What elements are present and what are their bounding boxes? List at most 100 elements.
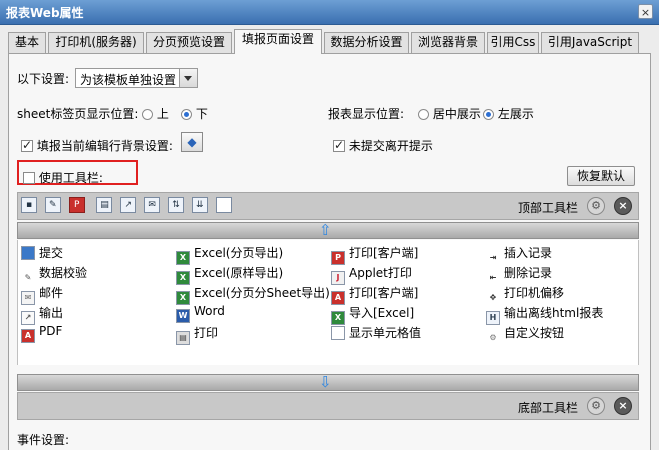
toolbar-item-word[interactable]: W Word: [176, 304, 225, 323]
printer-icon[interactable]: ▤: [96, 197, 113, 213]
toolbar-item-excel-page[interactable]: X Excel(分页导出): [176, 244, 283, 265]
tab-css[interactable]: 引用Css: [487, 32, 539, 53]
applet-icon: J: [331, 271, 345, 285]
restore-default-button[interactable]: 恢复默认: [567, 166, 635, 186]
toolbar-item-applet-print[interactable]: J Applet打印: [331, 264, 412, 285]
events-label: 事件设置:: [17, 433, 70, 447]
arrow-up-icon[interactable]: ⇧: [319, 222, 332, 239]
tab-printer-server[interactable]: 打印机(服务器): [48, 32, 144, 53]
insert-record-icon[interactable]: ⇅: [167, 197, 184, 213]
excel-icon: X: [176, 291, 190, 305]
radio-selected-icon[interactable]: [483, 109, 494, 120]
paint-bucket-icon[interactable]: ◆: [181, 132, 203, 152]
move-down-bar[interactable]: ⇩: [17, 374, 639, 391]
save-icon: [21, 246, 35, 260]
tab-browser-background[interactable]: 浏览器背景: [411, 32, 485, 53]
cell-icon: [331, 326, 345, 340]
toolbar-item-custom-button[interactable]: ⚙ 自定义按钮: [486, 324, 564, 346]
unsubmitted-checkbox[interactable]: 未提交离开提示: [333, 137, 433, 154]
use-toolbar-checkbox[interactable]: 使用工具栏:: [23, 169, 103, 186]
toolbar-item-printer-offset[interactable]: ✥ 打印机偏移: [486, 284, 564, 306]
close-icon[interactable]: ×: [614, 197, 632, 215]
tab-basic[interactable]: 基本: [8, 32, 46, 53]
toolbar-preview-icons: ▪ ✎ P ▤ ↗ ✉ ⇅ ⇊: [21, 197, 236, 217]
toolbar-item-show-cell-value[interactable]: 显示单元格值: [331, 324, 421, 342]
radio-icon[interactable]: [418, 109, 429, 120]
tab-page-preview[interactable]: 分页预览设置: [146, 32, 232, 53]
sheet-position-label: sheet标签页显示位置:: [17, 107, 139, 121]
toolbar-item-print[interactable]: ▤ 打印: [176, 324, 218, 345]
toolbar-item-offline-html[interactable]: H 输出离线html报表: [486, 304, 603, 325]
excel-icon: X: [331, 311, 345, 325]
sheet-bottom-radio[interactable]: 下: [181, 105, 208, 122]
close-icon[interactable]: ×: [614, 397, 632, 415]
acrobat-icon: A: [331, 291, 345, 305]
sheet-top-label: 上: [156, 107, 169, 121]
sheet-top-radio[interactable]: 上: [142, 105, 169, 122]
close-icon[interactable]: ×: [638, 4, 653, 19]
mail-icon: ✉: [21, 291, 35, 305]
top-toolbar-label: 顶部工具栏: [518, 201, 579, 215]
toolbar-item-validate[interactable]: ✎ 数据校验: [21, 264, 87, 286]
radio-icon[interactable]: [142, 109, 153, 120]
use-toolbar-label: 使用工具栏:: [38, 171, 103, 185]
toolbar-item-import-excel[interactable]: X 导入[Excel]: [331, 304, 414, 325]
tab-javascript[interactable]: 引用JavaScript: [541, 32, 639, 53]
checkbox-icon[interactable]: [23, 172, 35, 184]
mode-label: 以下设置:: [17, 72, 70, 86]
toolbar-item-submit[interactable]: 提交: [21, 244, 63, 262]
toolbar-item-delete-record[interactable]: ⇤ 删除记录: [486, 264, 552, 286]
window-titlebar: 报表Web属性 ×: [0, 0, 659, 25]
excel-icon: X: [176, 271, 190, 285]
checkbox-checked-icon[interactable]: [333, 138, 345, 152]
export-icon[interactable]: ↗: [120, 197, 137, 213]
chevron-down-icon[interactable]: [179, 69, 197, 87]
unsubmitted-label: 未提交离开提示: [348, 139, 433, 153]
report-position-label: 报表显示位置:: [328, 107, 405, 121]
tab-data-analysis[interactable]: 数据分析设置: [324, 32, 409, 53]
cell-icon[interactable]: [215, 197, 232, 213]
toolbar-items-grid: 提交 X Excel(分页导出) P 打印[客户端] ⇥ 插入记录 ✎ 数据校验 X Ex…: [17, 240, 639, 365]
toolbar-item-output[interactable]: ↗ 输出: [21, 304, 63, 325]
toolbar-item-insert-record[interactable]: ⇥ 插入记录: [486, 244, 552, 266]
edit-row-bg-checkbox[interactable]: 填报当前编辑行背景设置:: [21, 137, 173, 154]
report-left-radio[interactable]: 左展示: [483, 105, 534, 122]
report-center-label: 居中展示: [432, 107, 481, 121]
pdf-print-icon: P: [331, 251, 345, 265]
radio-selected-icon[interactable]: [181, 109, 192, 120]
toolbar-item-print-client-acrobat[interactable]: A 打印[客户端]: [331, 284, 418, 305]
arrow-down-icon[interactable]: ⇩: [319, 374, 332, 391]
sheet-bottom-label: 下: [195, 107, 208, 121]
delete-record-icon[interactable]: ⇊: [191, 197, 208, 213]
move-up-bar[interactable]: ⇧: [17, 222, 639, 239]
gear-icon[interactable]: ⚙: [587, 197, 605, 215]
gear-icon: ⚙: [486, 332, 500, 346]
mail-icon[interactable]: ✉: [144, 197, 161, 213]
excel-icon: X: [176, 251, 190, 265]
validate-icon[interactable]: ✎: [44, 197, 61, 213]
report-left-label: 左展示: [497, 107, 534, 121]
html-report-icon: H: [486, 311, 500, 325]
pdf-icon: A: [21, 329, 35, 343]
edit-row-bg-label: 填报当前编辑行背景设置:: [36, 139, 173, 153]
top-toolbar-strip: ▪ ✎ P ▤ ↗ ✉ ⇅ ⇊ 顶部工具栏 ⚙ ×: [17, 192, 639, 220]
bottom-toolbar-strip: 底部工具栏 ⚙ ×: [17, 392, 639, 420]
toolbar-item-pdf[interactable]: A PDF: [21, 324, 62, 343]
mode-select-value: 为该模板单独设置: [80, 73, 177, 87]
tab-fill-page-settings[interactable]: 填报页面设置: [234, 29, 322, 54]
printer-icon: ▤: [176, 331, 190, 345]
word-icon: W: [176, 309, 190, 323]
save-icon[interactable]: ▪: [21, 197, 37, 213]
toolbar-item-print-client[interactable]: P 打印[客户端]: [331, 244, 418, 265]
gear-icon[interactable]: ⚙: [587, 397, 605, 415]
toolbar-item-mail[interactable]: ✉ 邮件: [21, 284, 63, 305]
window-title: 报表Web属性: [6, 6, 84, 20]
bottom-toolbar-label: 底部工具栏: [518, 401, 579, 415]
checkbox-checked-icon[interactable]: [21, 138, 33, 152]
toolbar-item-excel-sheet[interactable]: X Excel(分页分Sheet导出): [176, 284, 330, 305]
pdf-print-icon[interactable]: P: [68, 197, 85, 213]
toolbar-item-excel-original[interactable]: X Excel(原样导出): [176, 264, 283, 285]
mode-select[interactable]: 为该模板单独设置: [75, 68, 198, 88]
settings-panel: 以下设置: 为该模板单独设置 sheet标签页显示位置: 上 下 报表显示位置:…: [8, 53, 651, 450]
report-center-radio[interactable]: 居中展示: [418, 105, 481, 122]
